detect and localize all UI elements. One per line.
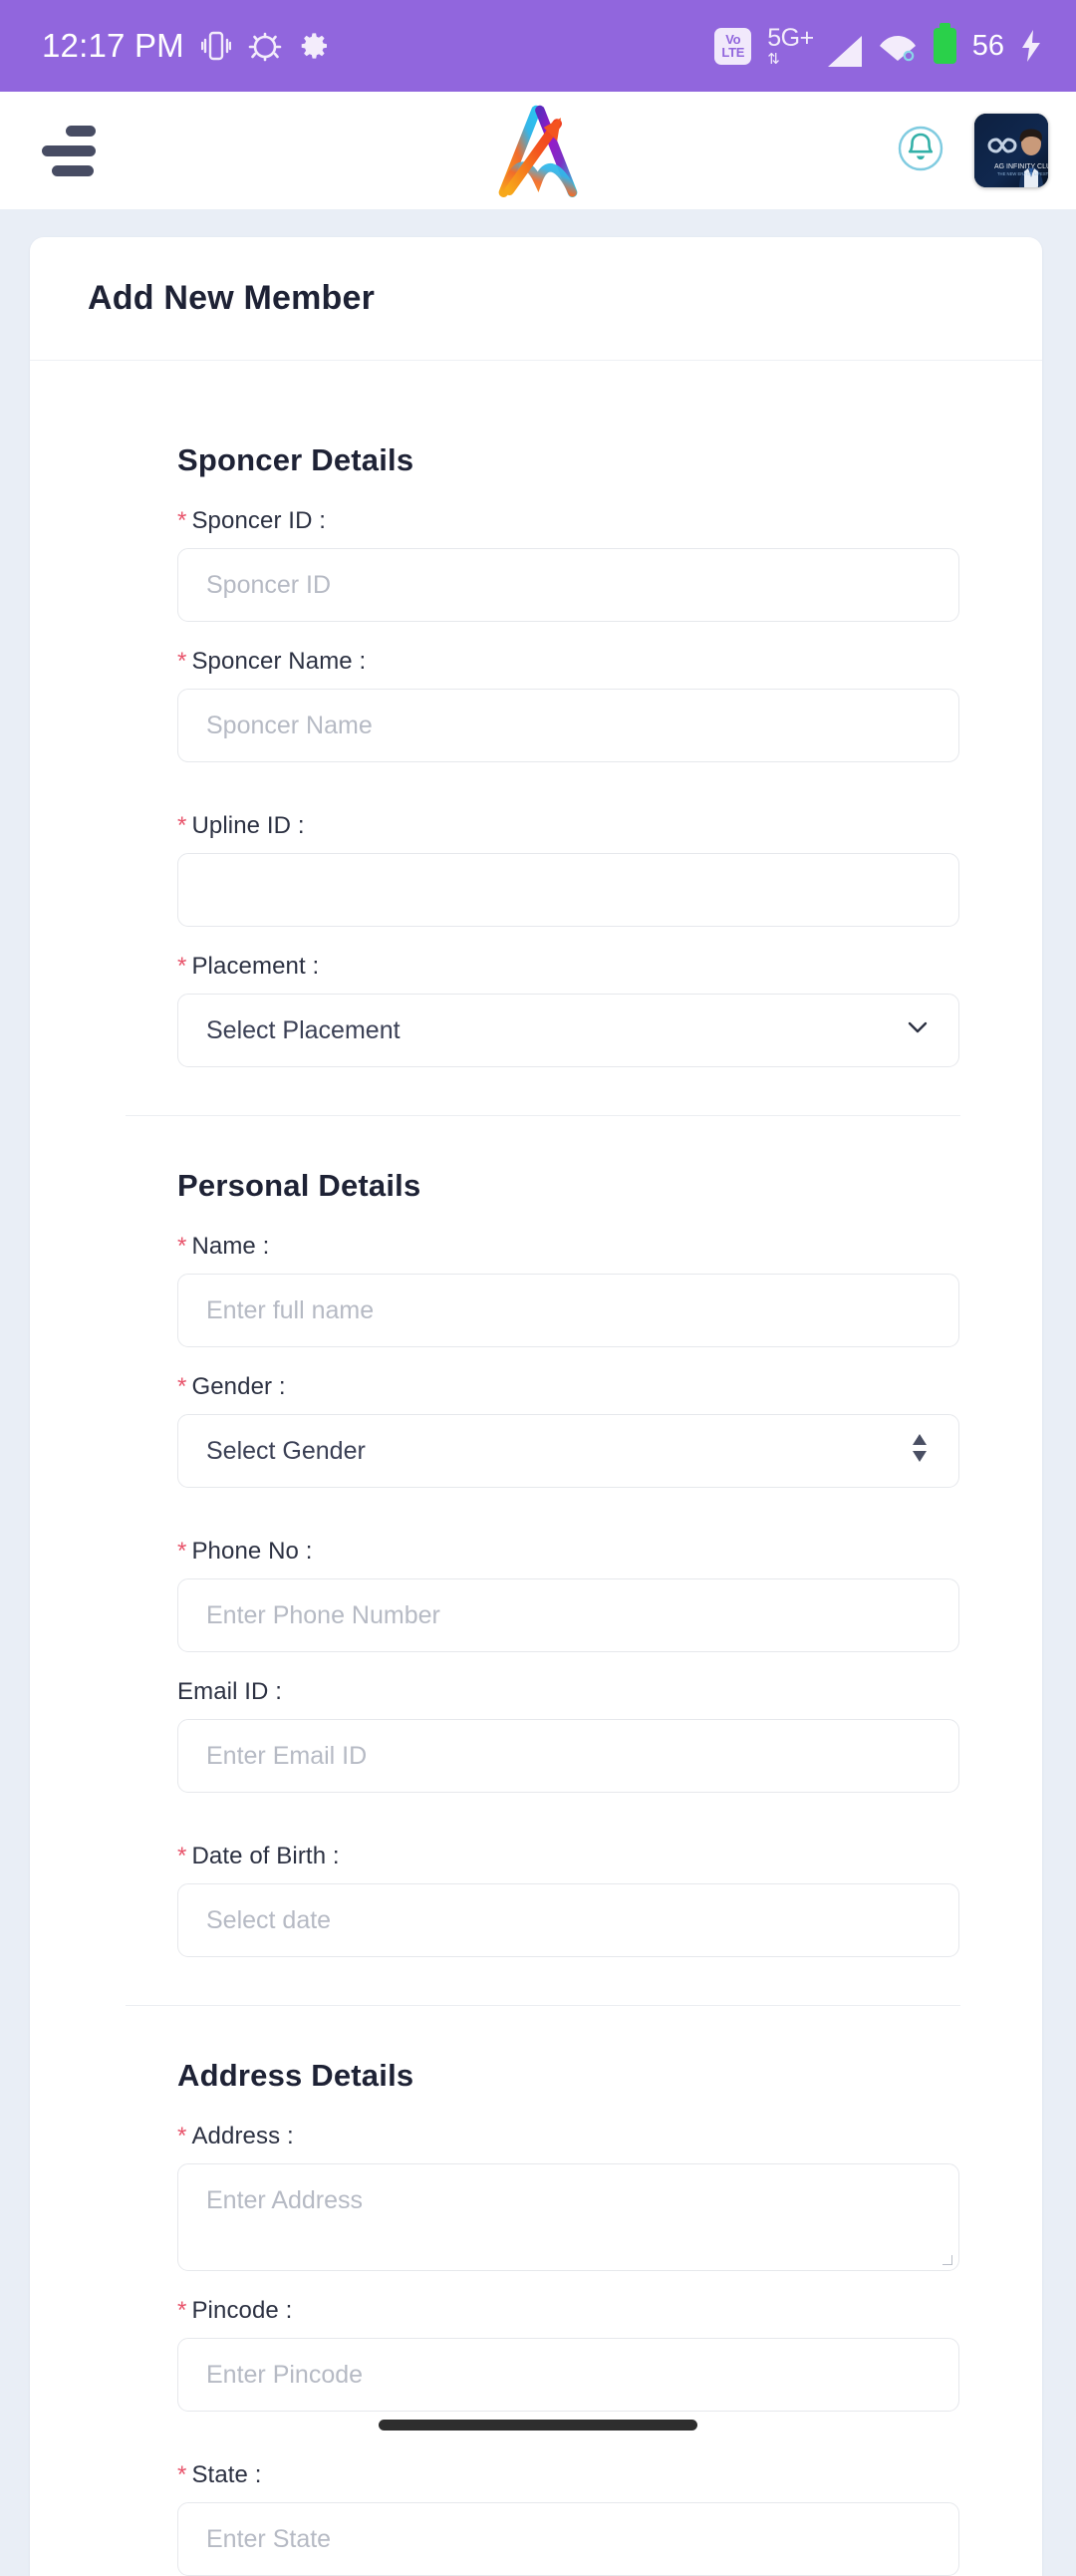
- required-asterisk: *: [177, 1233, 187, 1260]
- field-sponcer-name: * Sponcer Name : Sponcer Name: [177, 648, 959, 762]
- svg-text:THE NEW ERA OF LIFESTYLE: THE NEW ERA OF LIFESTYLE: [997, 171, 1048, 176]
- up-down-arrows-icon: [909, 1431, 931, 1472]
- card-header: Add New Member: [30, 237, 1042, 361]
- field-state: * State : Enter State: [177, 2461, 959, 2576]
- field-address: * Address : Enter Address: [177, 2123, 959, 2271]
- hamburger-menu-icon[interactable]: [30, 116, 104, 185]
- app-header: AG INFINITY CLUB THE NEW ERA OF LIFESTYL…: [0, 92, 1076, 209]
- section-title: Personal Details: [177, 1168, 421, 1203]
- field-date-of-birth: * Date of Birth : Select date: [177, 1843, 959, 1957]
- required-asterisk: *: [177, 953, 187, 980]
- volte-icon: Vo LTE: [714, 27, 752, 65]
- label-sponcer-id: * Sponcer ID :: [177, 507, 327, 534]
- section-address-details: Address Details * Address : Enter Address…: [177, 2058, 959, 2576]
- bell-icon[interactable]: [897, 125, 944, 177]
- field-email-id: Email ID : Enter Email ID: [177, 1678, 959, 1793]
- header-actions: AG INFINITY CLUB THE NEW ERA OF LIFESTYL…: [897, 114, 1048, 187]
- pincode-input[interactable]: Enter Pincode: [177, 2338, 959, 2412]
- required-asterisk: *: [177, 648, 187, 675]
- field-placement: * Placement : Select Placement: [177, 953, 959, 1067]
- resize-handle-icon[interactable]: [942, 2255, 954, 2267]
- section-divider: [126, 2005, 960, 2006]
- network-type-label: 5G+ ⇅: [767, 23, 814, 68]
- placement-select[interactable]: Select Placement: [177, 994, 959, 1067]
- label-name: * Name :: [177, 1233, 270, 1260]
- android-debug-icon: [248, 29, 282, 63]
- gear-icon: [299, 30, 331, 62]
- status-bar-clock: 12:17 PM: [42, 27, 184, 64]
- signal-icon: [827, 35, 862, 67]
- label-gender: * Gender :: [177, 1373, 286, 1400]
- required-asterisk: *: [177, 2297, 187, 2324]
- svg-text:AG INFINITY CLUB: AG INFINITY CLUB: [994, 163, 1048, 170]
- label-upline-id: * Upline ID :: [177, 812, 305, 839]
- gender-selected-value: Select Gender: [206, 1436, 366, 1465]
- date-of-birth-input[interactable]: Select date: [177, 1883, 959, 1957]
- gender-select[interactable]: Select Gender: [177, 1414, 959, 1488]
- label-placement: * Placement :: [177, 953, 320, 980]
- required-asterisk: *: [177, 1538, 187, 1565]
- section-sponcer-details: Sponcer Details * Sponcer ID : Sponcer ID…: [177, 442, 959, 1067]
- status-bar-right: Vo LTE 5G+ ⇅ 56: [714, 23, 1042, 68]
- label-phone-no: * Phone No :: [177, 1538, 313, 1565]
- required-asterisk: *: [177, 812, 187, 839]
- required-asterisk: *: [177, 2461, 187, 2488]
- sponcer-name-input[interactable]: Sponcer Name: [177, 689, 959, 762]
- required-asterisk: *: [177, 2123, 187, 2149]
- field-gender: * Gender : Select Gender: [177, 1373, 959, 1488]
- add-member-card: Add New Member Sponcer Details * Sponcer …: [30, 237, 1042, 2576]
- status-bar-left: 12:17 PM: [42, 27, 331, 65]
- field-pincode: * Pincode : Enter Pincode: [177, 2297, 959, 2412]
- label-address: * Address :: [177, 2123, 294, 2149]
- required-asterisk: *: [177, 1843, 187, 1869]
- upline-id-input[interactable]: [177, 853, 959, 927]
- section-divider: [126, 1115, 960, 1116]
- label-pincode: * Pincode :: [177, 2297, 293, 2324]
- label-state: * State :: [177, 2461, 262, 2488]
- form-body: Sponcer Details * Sponcer ID : Sponcer ID…: [30, 361, 1042, 2576]
- page-container: Add New Member Sponcer Details * Sponcer …: [0, 209, 1076, 2576]
- field-upline-id: * Upline ID :: [177, 812, 959, 927]
- app-logo-icon: [490, 97, 586, 205]
- gesture-home-bar[interactable]: [0, 2408, 1076, 2451]
- section-title: Address Details: [177, 2058, 414, 2093]
- address-textarea[interactable]: Enter Address: [177, 2163, 959, 2271]
- section-personal-details: Personal Details * Name : Enter full name…: [177, 1168, 959, 1957]
- email-id-input[interactable]: Enter Email ID: [177, 1719, 959, 1793]
- label-sponcer-name: * Sponcer Name :: [177, 648, 367, 675]
- label-date-of-birth: * Date of Birth :: [177, 1843, 340, 1869]
- state-input[interactable]: Enter State: [177, 2502, 959, 2576]
- charging-icon: [1020, 29, 1042, 63]
- placement-selected-value: Select Placement: [206, 1015, 401, 1044]
- required-asterisk: *: [177, 507, 187, 534]
- chevron-down-icon: [905, 1014, 931, 1047]
- wifi-icon: [878, 29, 918, 63]
- label-email-id: Email ID :: [177, 1678, 283, 1705]
- sponcer-id-input[interactable]: Sponcer ID: [177, 548, 959, 622]
- user-avatar[interactable]: AG INFINITY CLUB THE NEW ERA OF LIFESTYL…: [974, 114, 1048, 187]
- section-title: Sponcer Details: [177, 442, 414, 477]
- address-placeholder: Enter Address: [206, 2186, 364, 2214]
- field-name: * Name : Enter full name: [177, 1233, 959, 1347]
- phone-no-input[interactable]: Enter Phone Number: [177, 1578, 959, 1652]
- battery-icon: [933, 23, 956, 64]
- status-bar: 12:17 PM Vo LTE 5G+ ⇅ 56: [0, 0, 1076, 92]
- battery-percent: 56: [971, 29, 1004, 62]
- field-sponcer-id: * Sponcer ID : Sponcer ID: [177, 507, 959, 622]
- field-phone-no: * Phone No : Enter Phone Number: [177, 1538, 959, 1652]
- vibrate-icon: [200, 29, 231, 63]
- required-asterisk: *: [177, 1373, 187, 1400]
- name-input[interactable]: Enter full name: [177, 1274, 959, 1347]
- page-title: Add New Member: [88, 279, 376, 317]
